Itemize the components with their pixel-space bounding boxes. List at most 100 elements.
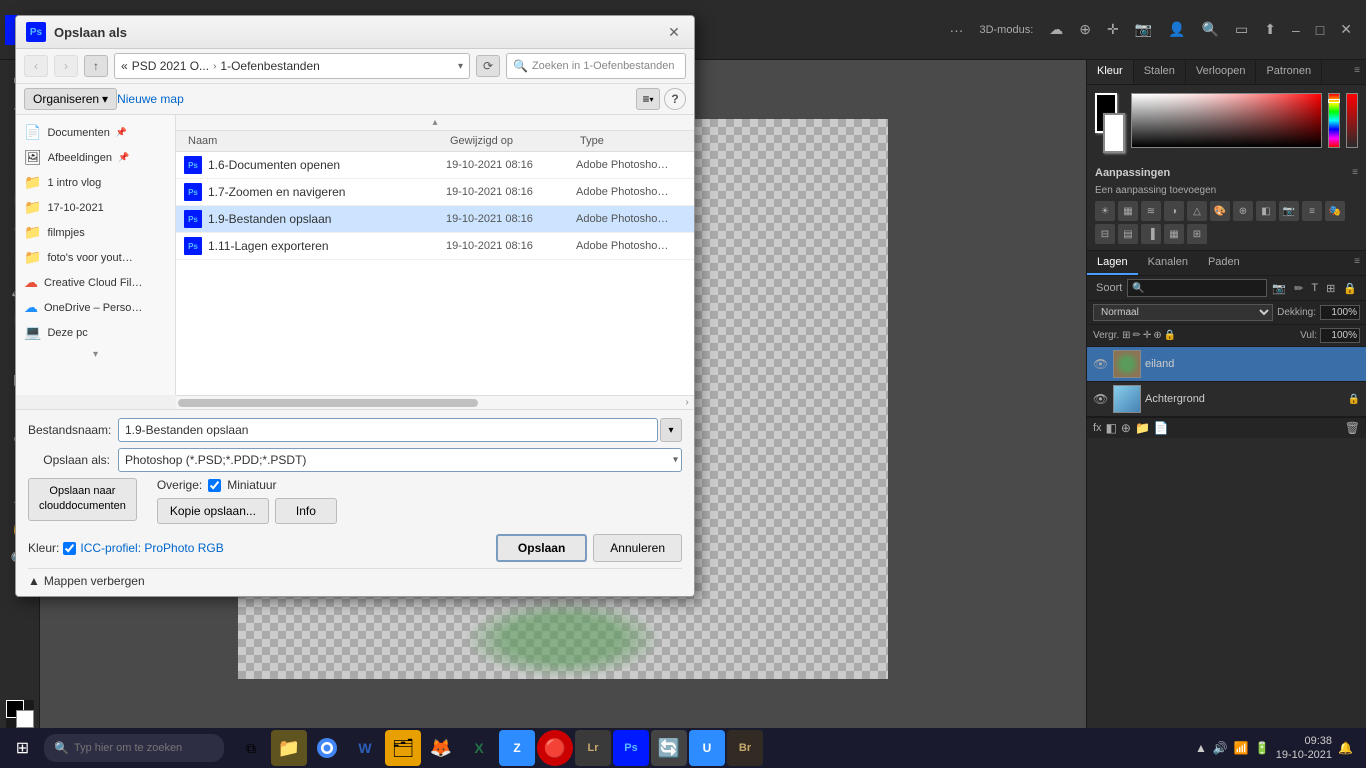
sidebar-item-fotos[interactable]: 📁 foto's voor yout… [16,245,175,270]
vergr-icon4[interactable]: ⊕ [1153,330,1161,341]
color-alpha[interactable] [1346,93,1358,148]
start-button[interactable]: ⊞ [5,733,40,763]
color-gradient-picker[interactable] [1131,93,1322,153]
cloud-save-button[interactable]: Opslaan naar clouddocumenten [28,478,137,521]
fg-bg-swatches[interactable] [1095,93,1125,153]
volume-icon[interactable]: 🔊 [1213,741,1228,755]
lagen-icon5[interactable]: 🔒 [1340,280,1360,297]
taskbar-app-firefox[interactable]: 🦊 [423,730,459,766]
col-datum[interactable]: Gewijzigd op [446,135,576,147]
tab-stalen[interactable]: Stalen [1134,60,1186,84]
tab-verloopen[interactable]: Verloopen [1186,60,1257,84]
sidebar-item-afbeeldingen[interactable]: 🖼 Afbeeldingen 📌 [16,145,175,170]
sidebar-item-onedrive[interactable]: ☁ OneDrive – Perso… [16,295,175,320]
nav-up-button[interactable]: ↑ [84,55,108,77]
ps-user-icon[interactable]: 👤 [1164,19,1189,40]
filetype-select[interactable]: Photoshop (*.PSD;*.PDD;*.PSDT) [118,448,682,472]
taskbar-app-unknown[interactable]: 🗂 [385,730,421,766]
ps-3d-mode[interactable]: 3D-modus: [975,22,1037,38]
battery-icon[interactable]: 🔋 [1255,741,1270,755]
nav-forward-button[interactable]: › [54,55,78,77]
layer-eiland-visibility[interactable]: 👁 [1093,357,1109,371]
layer-achtergrond[interactable]: 👁 Achtergrond 🔒 [1087,382,1366,417]
color-spectrum[interactable] [1328,93,1340,148]
ps-arrange-icon[interactable]: ☁ [1045,19,1067,40]
lagen-expand[interactable]: ≡ [1348,251,1366,275]
ps-maximize-icon[interactable]: □ [1312,20,1328,40]
new-layer-icon[interactable]: 📄 [1154,421,1169,435]
organize-button[interactable]: Organiseren ▾ [24,88,117,110]
cancel-button[interactable]: Annuleren [593,534,682,562]
taskbar-search-box[interactable]: 🔍 [44,734,224,762]
aanp-brightness[interactable]: ☀ [1095,201,1115,221]
filename-input[interactable] [118,418,658,442]
path-dropdown-arrow[interactable]: ▾ [458,61,463,72]
refresh-button[interactable]: ⟳ [476,55,500,77]
tab-kleur[interactable]: Kleur [1087,60,1134,84]
filename-dropdown-btn[interactable]: ▾ [660,418,682,442]
network-icon[interactable]: ▲ [1195,741,1207,755]
view-toggle-button[interactable]: ≡ ▾ [636,88,660,110]
hide-folders-button[interactable]: ▲ Mappen verbergen [28,574,145,588]
sidebar-item-filmpjes[interactable]: 📁 filmpjes [16,220,175,245]
lagen-icon3[interactable]: T [1308,280,1321,296]
aanp-selectivecolor[interactable]: ⊞ [1187,224,1207,244]
file-item-1[interactable]: Ps 1.7-Zoomen en navigeren 19-10-2021 08… [176,179,694,206]
aanp-threshold[interactable]: ▐ [1141,224,1161,244]
tab-patronen[interactable]: Patronen [1256,60,1322,84]
aanp-hsl[interactable]: 🎨 [1210,201,1230,221]
taskbar-app-chrome[interactable] [309,730,345,766]
save-button[interactable]: Opslaan [496,534,587,562]
aanpassingen-expand[interactable]: ≡ [1352,167,1358,179]
aanp-gradient2[interactable]: ▦ [1164,224,1184,244]
icc-profile-link[interactable]: ICC-profiel: ProPhoto RGB [80,541,223,555]
ps-more-options[interactable]: ··· [945,20,967,40]
miniatuur-checkbox[interactable] [208,479,221,492]
lagen-icon1[interactable]: 📷 [1269,280,1289,297]
taskbar-search-input[interactable] [74,742,204,754]
file-item-0[interactable]: Ps 1.6-Documenten openen 19-10-2021 08:1… [176,152,694,179]
tab-paden[interactable]: Paden [1198,251,1250,275]
tab-kanalen[interactable]: Kanalen [1138,251,1198,275]
file-item-3[interactable]: Ps 1.11-Lagen exporteren 19-10-2021 08:1… [176,233,694,260]
layer-achtergrond-visibility[interactable]: 👁 [1093,392,1109,406]
taskbar-app-lightroom[interactable]: Lr [575,730,611,766]
taskbar-app-u[interactable]: U [689,730,725,766]
h-scroll-right[interactable]: › [680,396,694,409]
help-button[interactable]: ? [664,88,686,110]
aanp-bw[interactable]: ◧ [1256,201,1276,221]
ps-minimize-icon[interactable]: – [1288,20,1304,40]
col-type[interactable]: Type [576,135,686,147]
layer-eiland[interactable]: 👁 eiland [1087,347,1366,382]
ps-move-3d-icon[interactable]: ✛ [1103,19,1123,40]
add-style-icon[interactable]: fx [1093,422,1102,434]
aanp-photofilter[interactable]: 📷 [1279,201,1299,221]
dialog-close-button[interactable]: ✕ [664,22,684,42]
path-bar[interactable]: « PSD 2021 O... › 1-Oefenbestanden ▾ [114,53,470,79]
aanp-channelmixer[interactable]: ≡ [1302,201,1322,221]
sidebar-item-creative-cloud[interactable]: ☁ Creative Cloud Fil… [16,270,175,295]
taskbar-app-excel[interactable]: X [461,730,497,766]
taskbar-app-photoshop[interactable]: Ps [613,730,649,766]
aanp-posterize[interactable]: ▤ [1118,224,1138,244]
ps-close-icon[interactable]: ✕ [1336,19,1356,40]
new-adjustment-icon[interactable]: ⊕ [1121,421,1131,435]
vergr-icon1[interactable]: ⊞ [1122,330,1130,341]
tab-lagen[interactable]: Lagen [1087,251,1138,275]
kleur-checkbox[interactable] [63,542,76,555]
aanp-levels[interactable]: ▦ [1118,201,1138,221]
file-item-2[interactable]: Ps 1.9-Bestanden opslaan 19-10-2021 08:1… [176,206,694,233]
taskbar-app-sync[interactable]: 🔄 [651,730,687,766]
network-wifi-icon[interactable]: 📶 [1234,741,1249,755]
ps-rotate-icon[interactable]: ⊕ [1075,19,1095,40]
taskbar-app-red1[interactable]: 🔴 [537,730,573,766]
color-panel-expand[interactable]: ≡ [1348,60,1366,84]
lagen-icon2[interactable]: ✏ [1291,280,1306,297]
nav-back-button[interactable]: ‹ [24,55,48,77]
aanp-vibrance[interactable]: △ [1187,201,1207,221]
sidebar-item-17-10[interactable]: 📁 17-10-2021 [16,195,175,220]
dekking-value[interactable] [1320,305,1360,320]
taskbar-app-task-view[interactable]: ⧉ [233,730,269,766]
taskbar-app-bridge[interactable]: Br [727,730,763,766]
sidebar-item-documenten[interactable]: 📄 Documenten 📌 [16,120,175,145]
